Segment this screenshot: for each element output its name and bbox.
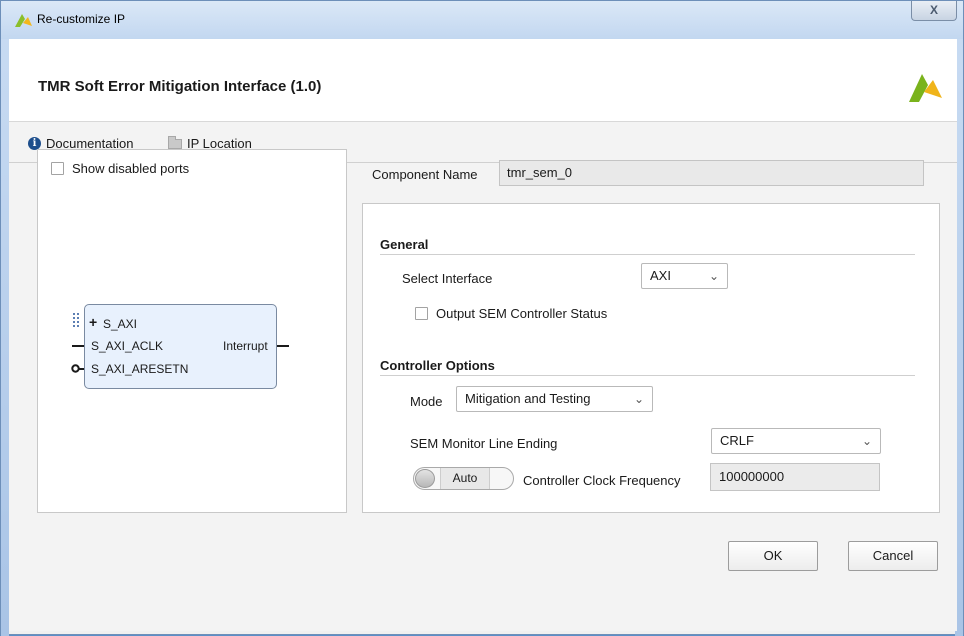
ip-symbol-panel: Show disabled ports + S_AXI S_AXI_ACLK S… <box>37 149 347 513</box>
close-button[interactable]: X <box>911 1 957 21</box>
output-status-checkbox[interactable]: Output SEM Controller Status <box>415 306 607 321</box>
folder-icon <box>168 135 182 149</box>
line-ending-dropdown[interactable]: CRLF ⌄ <box>711 428 881 454</box>
dialog-header: TMR Soft Error Mitigation Interface (1.0… <box>9 39 957 122</box>
clock-frequency-field[interactable]: 100000000 <box>710 463 880 491</box>
ok-button[interactable]: OK <box>728 541 818 571</box>
pin-aclk <box>72 345 84 347</box>
ip-symbol-block: + S_AXI S_AXI_ACLK S_AXI_ARESETN Interru… <box>73 304 277 389</box>
window-left-border <box>1 1 9 636</box>
controller-options-title: Controller Options <box>380 358 495 373</box>
vivado-logo-icon <box>909 74 942 102</box>
general-separator <box>380 254 915 255</box>
clock-frequency-label: Controller Clock Frequency <box>523 473 681 488</box>
title-bar[interactable]: Re-customize IP X <box>1 1 963 39</box>
component-name-label: Component Name <box>372 167 478 182</box>
inverted-pin-icon <box>71 364 80 373</box>
auto-toggle[interactable]: Auto <box>413 467 514 490</box>
select-interface-value: AXI <box>650 268 671 283</box>
port-s-axi-aresetn: S_AXI_ARESETN <box>91 362 189 376</box>
port-s-axi-aclk: S_AXI_ACLK <box>91 339 164 353</box>
output-status-label: Output SEM Controller Status <box>436 306 608 321</box>
vivado-logo-icon <box>15 14 32 27</box>
cancel-button[interactable]: Cancel <box>848 541 938 571</box>
checkbox-box[interactable] <box>51 162 64 175</box>
dialog-window: Re-customize IP X TMR Soft Error Mitigat… <box>0 0 964 636</box>
select-interface-label: Select Interface <box>402 271 493 286</box>
interface-dots-icon <box>77 313 83 327</box>
controller-options-separator <box>380 375 915 376</box>
general-section-title: General <box>380 237 429 252</box>
expand-icon[interactable]: + <box>89 314 97 330</box>
toggle-knob <box>415 469 435 488</box>
auto-toggle-label: Auto <box>440 468 490 489</box>
port-s-axi: S_AXI <box>103 317 138 331</box>
select-interface-dropdown[interactable]: AXI ⌄ <box>641 263 728 289</box>
mode-dropdown[interactable]: Mitigation and Testing ⌄ <box>456 386 653 412</box>
port-interrupt: Interrupt <box>223 339 268 353</box>
mode-label: Mode <box>410 394 443 409</box>
line-ending-value: CRLF <box>720 433 754 448</box>
component-name-field[interactable]: tmr_sem_0 <box>499 160 924 186</box>
window-title: Re-customize IP <box>37 12 126 26</box>
chevron-down-icon: ⌄ <box>708 269 719 283</box>
chevron-down-icon: ⌄ <box>861 434 872 448</box>
mode-value: Mitigation and Testing <box>465 391 591 406</box>
checkbox-box[interactable] <box>415 307 428 320</box>
line-ending-label: SEM Monitor Line Ending <box>410 436 558 451</box>
ip-title: TMR Soft Error Mitigation Interface (1.0… <box>38 78 322 95</box>
chevron-down-icon: ⌄ <box>633 392 644 406</box>
pin-interrupt <box>277 345 289 347</box>
show-disabled-ports-label: Show disabled ports <box>72 161 190 176</box>
show-disabled-ports-checkbox[interactable]: Show disabled ports <box>51 161 189 176</box>
